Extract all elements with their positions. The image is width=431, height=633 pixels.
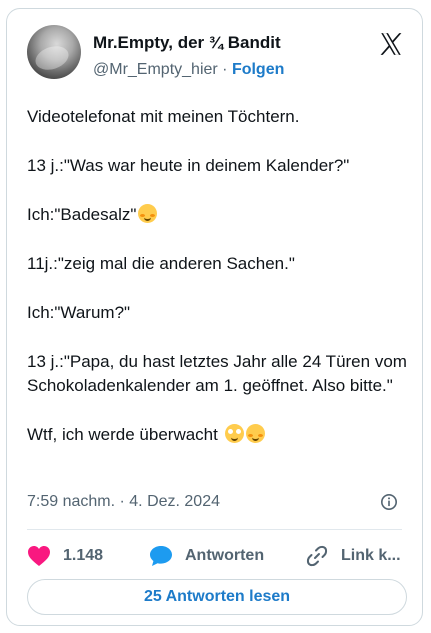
follow-button[interactable]: Folgen	[232, 61, 284, 78]
reply-label: Antworten	[185, 547, 265, 564]
tweet-line: 11j.:"zeig mal die anderen Sachen."	[27, 254, 295, 273]
flushed-face-emoji	[224, 424, 244, 443]
tweet-line: Ich:"Warum?"	[27, 303, 131, 322]
smiling-blush-emoji	[138, 204, 158, 223]
action-bar: 1.148 Antworten Link k...	[27, 539, 409, 573]
tweet-line: 13 j.:"Papa, du hast letztes Jahr alle 2…	[27, 352, 407, 395]
divider	[27, 529, 402, 530]
tweet-line: 13 j.:"Was war heute in deinem Kalender?…	[27, 156, 350, 175]
handle-separator: ·	[217, 61, 232, 78]
author-display-name[interactable]: Mr.Empty, der ¾ Bandit	[93, 33, 281, 53]
reply-bubble-icon	[150, 546, 172, 566]
tweet-line: Ich:"Badesalz"	[27, 203, 407, 227]
tweet-line: Wtf, ich werde überwacht	[27, 423, 407, 447]
heart-icon	[28, 546, 50, 566]
tweet-card: Mr.Empty, der ¾ Bandit @Mr_Empty_hier · …	[6, 8, 423, 626]
copy-link-button[interactable]: Link k...	[305, 539, 401, 573]
reply-button[interactable]: Antworten	[149, 539, 264, 573]
copy-link-label: Link k...	[341, 547, 401, 564]
like-count: 1.148	[63, 547, 104, 564]
tweet-text: Videotelefonat mit meinen Töchtern. 13 j…	[27, 105, 407, 472]
tweet-timestamp[interactable]: 7:59 nachm. · 4. Dez. 2024	[27, 493, 220, 511]
info-icon[interactable]	[380, 493, 398, 511]
avatar[interactable]	[27, 25, 81, 79]
author-handle-row: @Mr_Empty_hier · Folgen	[93, 61, 284, 79]
link-icon	[306, 545, 328, 567]
x-logo-icon[interactable]	[378, 31, 404, 57]
tweet-line: Videotelefonat mit meinen Töchtern.	[27, 107, 300, 126]
smiling-blush-emoji	[245, 424, 265, 443]
read-replies-button[interactable]: 25 Antworten lesen	[27, 579, 407, 615]
author-handle[interactable]: @Mr_Empty_hier	[93, 61, 218, 78]
like-button[interactable]: 1.148	[27, 539, 103, 573]
